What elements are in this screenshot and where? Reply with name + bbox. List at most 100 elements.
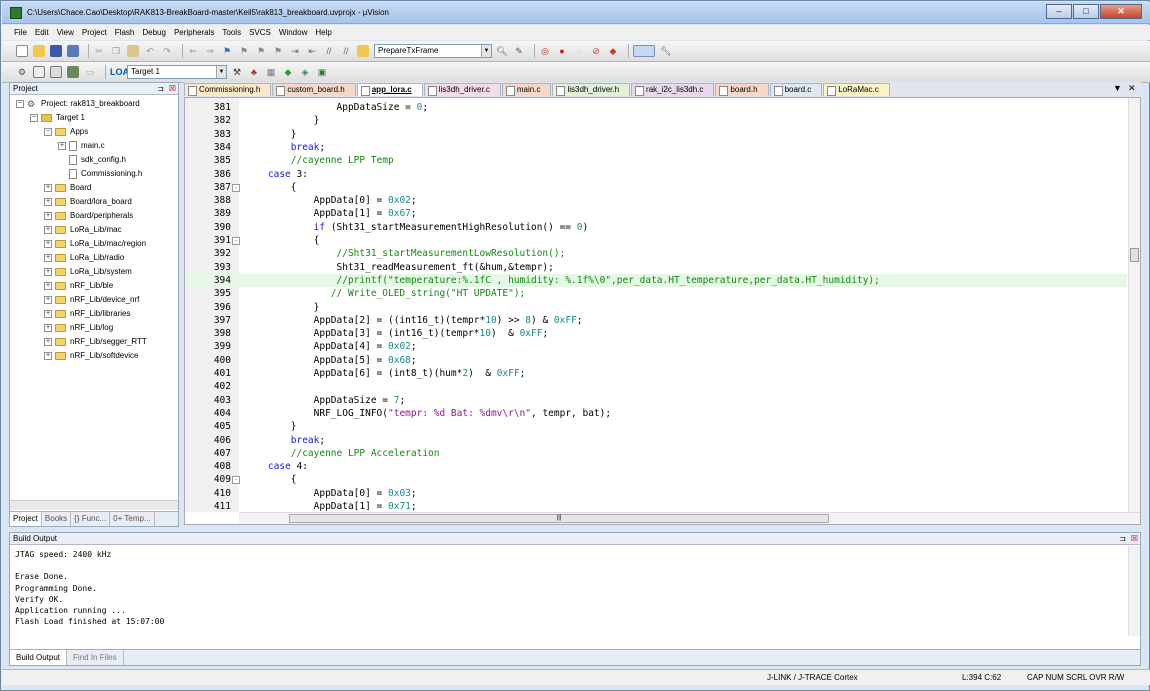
undo-icon[interactable]: ↶ xyxy=(144,45,156,57)
code-line[interactable]: 384 break; xyxy=(185,141,1127,154)
navigate-back-icon[interactable]: ⇐ xyxy=(187,45,199,57)
next-bookmark-icon[interactable]: ⚑ xyxy=(255,45,267,57)
rebuild-icon[interactable] xyxy=(50,66,62,78)
fold-toggle-icon[interactable]: - xyxy=(232,476,240,485)
tree-file-sdk-config-h[interactable]: sdk_config.h xyxy=(69,153,126,167)
find-combo[interactable]: PrepareTxFrame ▼ xyxy=(374,44,492,58)
menu-view[interactable]: View xyxy=(57,28,74,37)
code-line[interactable]: 402 xyxy=(185,380,1127,393)
code-line[interactable]: 381 AppDataSize = 0; xyxy=(185,101,1127,114)
tree-group[interactable]: + Board/lora_board xyxy=(44,195,132,209)
code-line[interactable]: 403 AppDataSize = 7; xyxy=(185,394,1127,407)
breakpoint-icon[interactable]: ● xyxy=(556,45,568,57)
target-options-icon[interactable]: ⚒ xyxy=(231,66,243,78)
code-line[interactable]: 382 } xyxy=(185,114,1127,127)
code-line[interactable]: 399 AppData[4] = 0x02; xyxy=(185,340,1127,353)
redo-icon[interactable]: ↷ xyxy=(161,45,173,57)
tools-icon[interactable]: 🔧︎ xyxy=(660,45,672,57)
translate-icon[interactable]: ⚙ xyxy=(16,66,28,78)
project-hscrollbar[interactable] xyxy=(10,500,178,510)
editor-tab[interactable]: board.h xyxy=(715,83,769,96)
tree-group[interactable]: + nRF_Lib/segger_RTT xyxy=(44,335,147,349)
code-line[interactable]: 392 //Sht31_startMeasurementLowResolutio… xyxy=(185,247,1127,260)
code-line[interactable]: 383 } xyxy=(185,128,1127,141)
close-tab-icon[interactable]: ✕ xyxy=(1128,83,1136,94)
indent-icon[interactable]: ⇥ xyxy=(289,45,301,57)
unindent-icon[interactable]: ⇤ xyxy=(306,45,318,57)
tab-project[interactable]: Project xyxy=(10,512,42,526)
tab-list-icon[interactable]: ▼ xyxy=(1113,83,1122,93)
close-panel-icon[interactable]: ☒ xyxy=(169,83,176,94)
target-combo[interactable]: Target 1 ▼ xyxy=(127,65,227,79)
menu-edit[interactable]: Edit xyxy=(35,28,49,37)
tree-file-commissioning-h[interactable]: Commissioning.h xyxy=(69,167,142,181)
editor-tab[interactable]: lis3dh_driver.c xyxy=(423,83,501,96)
find-icon[interactable]: 🔍︎ xyxy=(496,45,508,57)
code-line[interactable]: 395 // Write_OLED_string("HT UPDATE"); xyxy=(185,287,1127,300)
tree-group[interactable]: + nRF_Lib/device_nrf xyxy=(44,293,139,307)
bookmark-icon[interactable]: ⚑ xyxy=(221,45,233,57)
code-line[interactable]: 390 if (Sht31_startMeasurementHighResolu… xyxy=(185,221,1127,234)
code-line[interactable]: 397 AppData[2] = ((int16_t)(tempr*10) >>… xyxy=(185,314,1127,327)
copy-icon[interactable]: ❐ xyxy=(110,45,122,57)
tree-group[interactable]: + LoRa_Lib/mac/region xyxy=(44,237,146,251)
fold-toggle-icon[interactable]: - xyxy=(232,237,240,245)
menu-flash[interactable]: Flash xyxy=(115,28,135,37)
tab-find-in-files[interactable]: Find In Files xyxy=(67,650,124,665)
code-line[interactable]: 386 case 3: xyxy=(185,168,1127,181)
cut-icon[interactable]: ✂ xyxy=(93,45,105,57)
tree-group[interactable]: + nRF_Lib/log xyxy=(44,321,113,335)
tree-group[interactable]: + Board xyxy=(44,181,91,195)
tree-group[interactable]: + nRF_Lib/softdevice xyxy=(44,349,138,363)
pin-icon[interactable]: ⊐ xyxy=(1119,533,1126,544)
close-button[interactable]: ✕ xyxy=(1100,4,1142,19)
debug-session-icon[interactable]: ◎ xyxy=(539,45,551,57)
scroll-thumb[interactable]: ||| xyxy=(289,514,829,523)
editor-hscrollbar[interactable]: ||| xyxy=(239,512,1140,524)
prev-bookmark-icon[interactable]: ⚑ xyxy=(238,45,250,57)
menu-window[interactable]: Window xyxy=(279,28,307,37)
editor-tab[interactable]: board.c xyxy=(769,83,823,96)
tree-group[interactable]: + LoRa_Lib/system xyxy=(44,265,132,279)
packs-icon[interactable]: ◈ xyxy=(299,66,311,78)
code-editor[interactable]: 381 AppDataSize = 0; 382 } 383 } 384 break;… xyxy=(184,97,1141,525)
editor-vscrollbar[interactable] xyxy=(1128,98,1140,512)
tab-functions[interactable]: {} Func... xyxy=(71,512,111,526)
editor-tab[interactable]: rak_i2c_lis3dh.c xyxy=(631,83,715,96)
pack-installer-icon[interactable]: ▣ xyxy=(316,66,328,78)
editor-tab[interactable]: Commissioning.h xyxy=(184,83,272,96)
save-all-icon[interactable] xyxy=(67,45,79,57)
code-line[interactable]: 387- { xyxy=(185,181,1127,194)
tree-group[interactable]: + nRF_Lib/libraries xyxy=(44,307,130,321)
menu-debug[interactable]: Debug xyxy=(142,28,166,37)
tree-group[interactable]: + Board/peripherals xyxy=(44,209,133,223)
editor-tab[interactable]: LoRaMac.c xyxy=(823,83,890,96)
editor-tab[interactable]: custom_board.h xyxy=(272,83,356,96)
code-line[interactable]: 405 } xyxy=(185,420,1127,433)
code-line[interactable]: 407 //cayenne LPP Acceleration xyxy=(185,447,1127,460)
disable-breakpoint-icon[interactable]: ○ xyxy=(573,45,585,57)
open-folder-icon[interactable] xyxy=(33,45,45,57)
menu-project[interactable]: Project xyxy=(82,28,107,37)
manage-components-icon[interactable]: ▦ xyxy=(265,66,277,78)
kill-breakpoints-icon[interactable]: ⊘ xyxy=(590,45,602,57)
window-layout-icon[interactable] xyxy=(633,45,655,57)
code-line[interactable]: 400 AppData[5] = 0x68; xyxy=(185,354,1127,367)
tree-group[interactable]: + nRF_Lib/ble xyxy=(44,279,113,293)
fold-toggle-icon[interactable]: - xyxy=(232,183,240,192)
build-vscrollbar[interactable] xyxy=(1128,546,1140,636)
close-panel-icon[interactable]: ☒ xyxy=(1131,533,1138,544)
code-line[interactable]: 404 NRF_LOG_INFO("tempr: %d Bat: %dmv\r\… xyxy=(185,407,1127,420)
tree-group[interactable]: + LoRa_Lib/mac xyxy=(44,223,122,237)
chevron-down-icon[interactable]: ▼ xyxy=(216,66,226,78)
code-line[interactable]: 389 AppData[1] = 0x67; xyxy=(185,207,1127,220)
new-file-icon[interactable] xyxy=(16,45,28,57)
clear-bookmarks-icon[interactable]: ⚑ xyxy=(272,45,284,57)
menu-svcs[interactable]: SVCS xyxy=(249,28,271,37)
chevron-down-icon[interactable]: ▼ xyxy=(481,45,491,57)
tree-target[interactable]: − Target 1 xyxy=(30,111,85,125)
code-line[interactable]: 401 AppData[6] = (int8_t)(hum*2) & 0xFF; xyxy=(185,367,1127,380)
save-icon[interactable] xyxy=(50,45,62,57)
scroll-thumb[interactable] xyxy=(1130,248,1139,262)
download-flash-icon[interactable]: LOAD xyxy=(110,66,136,78)
